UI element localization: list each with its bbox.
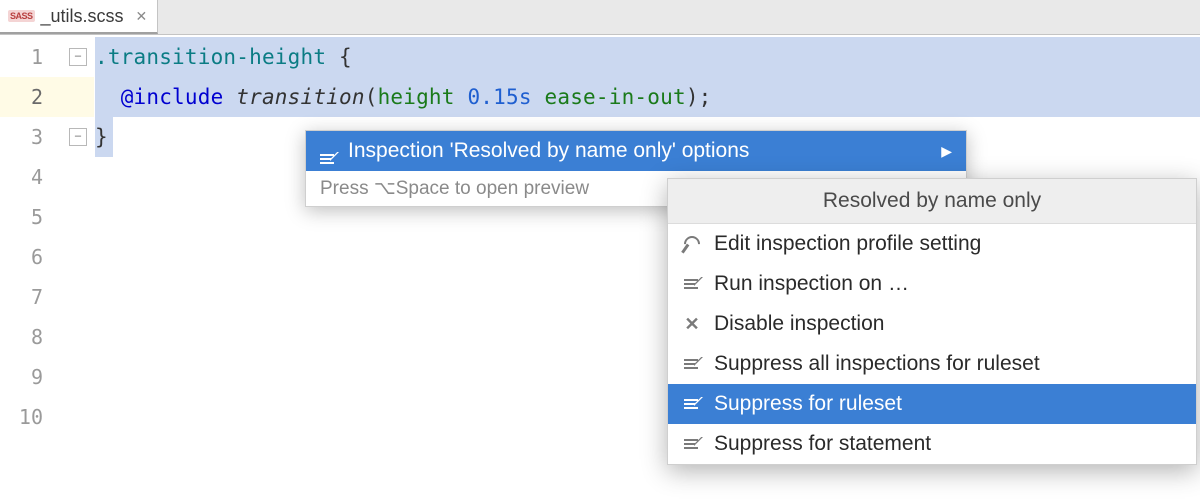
code-line[interactable]: .transition-height { [95,37,1200,77]
fold-toggle-icon[interactable] [69,48,87,66]
item-label: Suppress all inspections for ruleset [714,352,1040,376]
close-icon: ✕ [682,314,702,335]
item-label: Suppress for ruleset [714,392,902,416]
line-number: 1 [0,45,55,69]
code-line[interactable]: @include transition(height 0.15s ease-in… [95,77,1200,117]
tok-at-rule: @include [121,85,224,109]
lines-pencil-icon [682,439,702,449]
popup-title: Resolved by name only [668,179,1196,224]
line-number: 8 [0,325,55,349]
suppress-ruleset-item[interactable]: Suppress for ruleset [668,384,1196,424]
suppress-statement-item[interactable]: Suppress for statement [668,424,1196,464]
indent [95,85,121,109]
lines-pencil-icon [682,399,702,409]
item-label: Suppress for statement [714,432,931,456]
item-label: Edit inspection profile setting [714,232,981,256]
line-number: 2 [0,85,55,109]
wrench-icon [682,236,702,252]
sass-badge-icon: SASS [8,10,35,22]
item-label: Disable inspection [714,312,884,336]
tok-arg: height [378,85,455,109]
item-label: Run inspection on … [714,272,909,296]
fold-toggle-icon[interactable] [69,128,87,146]
tok-mixin-call: transition [236,85,364,109]
run-inspection-item[interactable]: Run inspection on … [668,264,1196,304]
inspection-options-popup: Resolved by name only Edit inspection pr… [667,178,1197,465]
code-line[interactable]: } [95,117,113,157]
suppress-all-ruleset-item[interactable]: Suppress all inspections for ruleset [668,344,1196,384]
lines-pencil-icon [682,279,702,289]
close-icon[interactable]: ✕ [136,8,148,25]
gutter: 1 2 3 4 5 6 7 8 9 10 [0,35,95,500]
line-number: 6 [0,245,55,269]
tab-bar: SASS _utils.scss ✕ [0,0,1200,35]
disable-inspection-item[interactable]: ✕ Disable inspection [668,304,1196,344]
tok-brace: { [339,45,352,69]
tok-arg: 0.15s [467,85,531,109]
tok-arg: ease-in-out [545,85,686,109]
tok-selector: .transition-height [95,45,339,69]
line-number: 7 [0,285,55,309]
line-number: 3 [0,125,55,149]
tab-filename: _utils.scss [41,6,124,27]
line-number: 5 [0,205,55,229]
intention-popup-item[interactable]: Inspection 'Resolved by name only' optio… [306,131,966,171]
chevron-right-icon: ▶ [941,143,952,160]
edit-inspection-profile-item[interactable]: Edit inspection profile setting [668,224,1196,264]
line-number: 10 [0,405,55,429]
lines-pencil-icon [320,138,336,164]
line-number: 4 [0,165,55,189]
intention-label: Inspection 'Resolved by name only' optio… [348,139,749,163]
tok-brace: } [95,125,108,149]
line-number: 9 [0,365,55,389]
file-tab[interactable]: SASS _utils.scss ✕ [0,0,158,34]
lines-pencil-icon [682,359,702,369]
